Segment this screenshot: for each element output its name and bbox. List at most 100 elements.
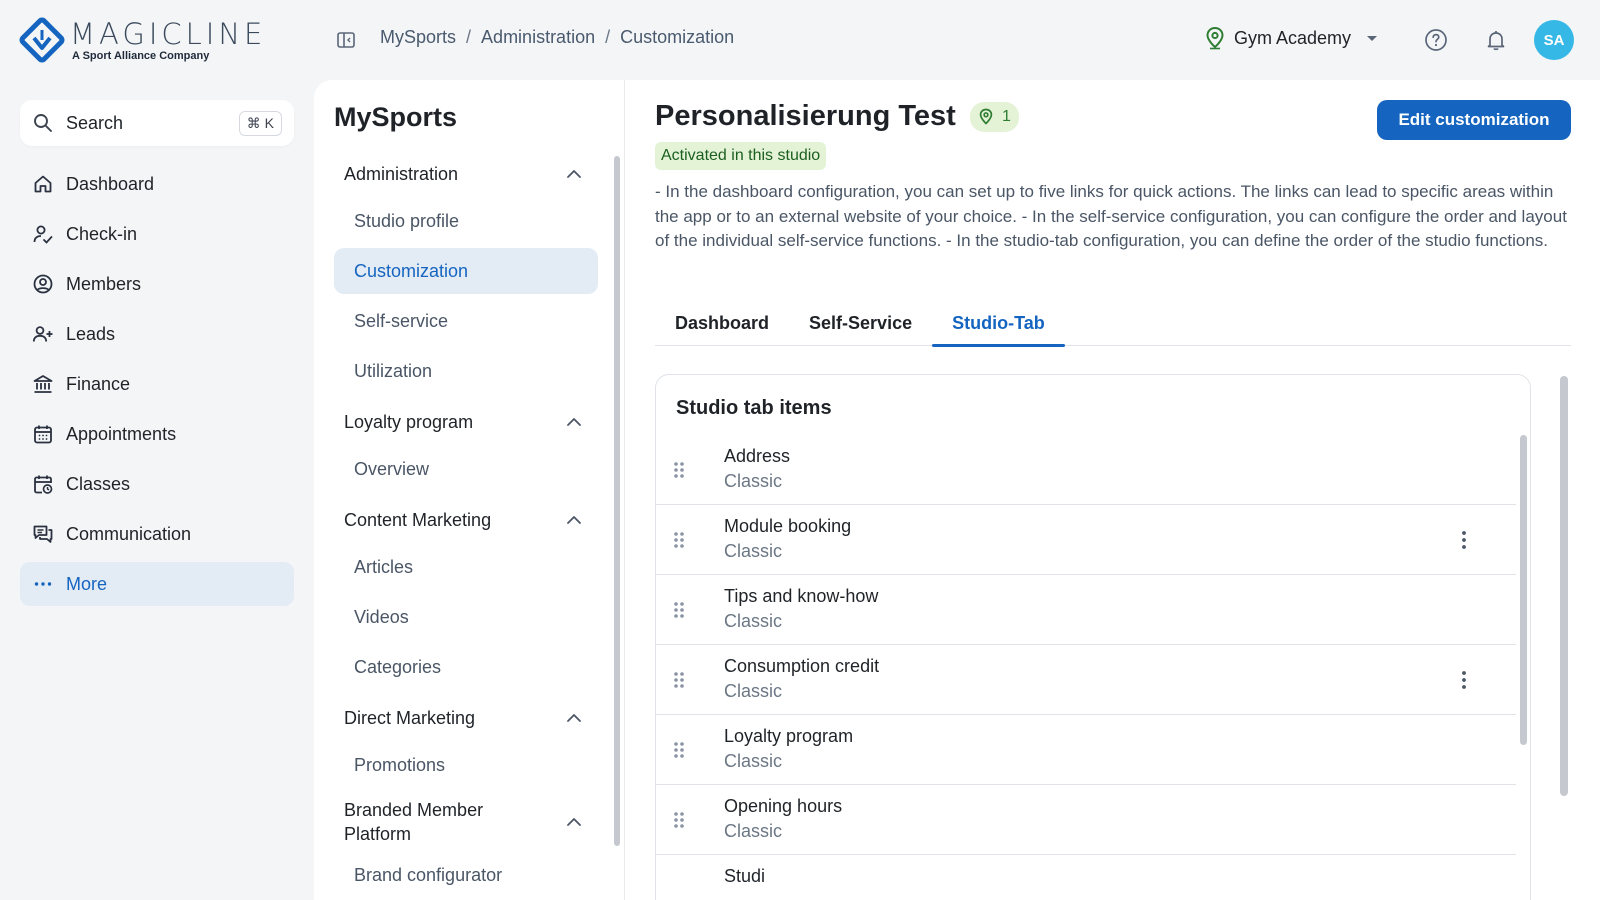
list-item[interactable]: Studi: [656, 855, 1516, 900]
subnav-section-label: Content Marketing: [344, 509, 492, 530]
breadcrumb-administration[interactable]: Administration: [481, 27, 595, 48]
subnav-title: MySports: [334, 102, 458, 132]
location-count-badge: 1: [970, 102, 1019, 132]
location-pin-icon: [979, 108, 993, 125]
kebab-menu-icon[interactable]: [1461, 669, 1467, 691]
list-item-subtitle: Classic: [724, 541, 783, 561]
bell-icon[interactable]: [1484, 28, 1508, 52]
subnav-item-self-service[interactable]: Self-service: [334, 298, 598, 344]
sidebar-item-label: Communication: [66, 523, 192, 544]
list-item-subtitle: Classic: [724, 611, 783, 631]
subnav-section-administration[interactable]: Administration: [334, 150, 598, 198]
sidebar-item-label: Classes: [66, 473, 131, 494]
list-item-subtitle: Classic: [724, 821, 783, 841]
breadcrumb-separator: /: [605, 27, 611, 47]
chevron-up-icon: [567, 714, 581, 722]
tab-bar: Dashboard Self-Service Studio-Tab: [655, 300, 1571, 347]
sidebar-item-classes[interactable]: Classes: [20, 462, 294, 506]
drag-handle-icon[interactable]: [672, 810, 686, 830]
tab-self-service[interactable]: Self-Service: [789, 300, 932, 346]
studio-name: Gym Academy: [1234, 27, 1352, 48]
list-item-subtitle: Classic: [724, 471, 783, 491]
subnav-item-articles[interactable]: Articles: [334, 544, 598, 590]
chevron-up-icon: [567, 516, 581, 524]
kebab-menu-icon[interactable]: [1461, 529, 1467, 551]
sidebar-item-leads[interactable]: Leads: [20, 312, 294, 356]
subnav-item-customization[interactable]: Customization: [334, 248, 598, 294]
chat-icon: [33, 525, 53, 543]
subnav-section-content-marketing[interactable]: Content Marketing: [334, 496, 598, 544]
top-bar: MAGICLINE A Sport Alliance Company MySpo…: [0, 0, 1600, 80]
status-badge: Activated in this studio: [655, 142, 827, 170]
list-item-title: Address: [724, 446, 791, 466]
user-circle-icon: [33, 274, 53, 294]
drag-handle-icon[interactable]: [672, 530, 686, 550]
chevron-up-icon: [567, 170, 581, 178]
sidebar-item-label: Appointments: [66, 423, 177, 444]
subnav-section-label: Loyalty program: [344, 411, 474, 432]
subnav-section-label: Administration: [344, 163, 459, 184]
subnav-item-utilization[interactable]: Utilization: [334, 348, 598, 394]
sidebar-item-finance[interactable]: Finance: [20, 362, 294, 406]
subnav-section-label: Direct Marketing: [344, 707, 476, 728]
sidebar-item-members[interactable]: Members: [20, 262, 294, 306]
logo-wordmark: MAGICLINE: [70, 16, 267, 51]
drag-handle-icon[interactable]: [672, 670, 686, 690]
list-item[interactable]: Consumption credit Classic: [656, 645, 1516, 715]
subnav-item-promotions[interactable]: Promotions: [334, 742, 598, 788]
primary-sidebar: Search ⌘ K Dashboard Check-in Members Le…: [20, 100, 294, 612]
studio-selector[interactable]: Gym Academy: [1204, 26, 1379, 50]
sidebar-item-label: Leads: [66, 323, 116, 344]
subnav-item-categories[interactable]: Categories: [334, 644, 598, 690]
person-add-icon: [32, 326, 53, 342]
tab-studio-tab[interactable]: Studio-Tab: [932, 300, 1065, 347]
subnav-section-branded-member-platform[interactable]: Branded Member Platform: [334, 792, 598, 852]
magicline-logo[interactable]: MAGICLINE A Sport Alliance Company: [18, 16, 266, 64]
subnav-item-overview[interactable]: Overview: [334, 446, 598, 492]
main-scrollbar[interactable]: [1560, 376, 1568, 796]
subnav-section-loyalty-program[interactable]: Loyalty program: [334, 398, 598, 446]
edit-customization-button[interactable]: Edit customization: [1377, 100, 1571, 140]
list-item-title: Opening hours: [724, 796, 843, 816]
list-item[interactable]: Module booking Classic: [656, 505, 1516, 575]
list-scrollbar[interactable]: [1520, 435, 1527, 745]
sidebar-item-appointments[interactable]: Appointments: [20, 412, 294, 456]
list-item-title: Tips and know-how: [724, 586, 879, 606]
list-item[interactable]: Tips and know-how Classic: [656, 575, 1516, 645]
subnav-section-direct-marketing[interactable]: Direct Marketing: [334, 694, 598, 742]
subnav-item-studio-profile[interactable]: Studio profile: [334, 198, 598, 244]
subnav-scrollbar[interactable]: [614, 156, 620, 846]
user-avatar[interactable]: SA: [1534, 20, 1574, 60]
help-icon[interactable]: [1424, 28, 1448, 52]
sidebar-item-label: Dashboard: [66, 173, 155, 194]
sidebar-item-communication[interactable]: Communication: [20, 512, 294, 556]
sidebar-item-dashboard[interactable]: Dashboard: [20, 162, 294, 206]
drag-handle-icon[interactable]: [672, 600, 686, 620]
list-item[interactable]: Opening hours Classic: [656, 785, 1516, 855]
caret-down-icon: [1367, 36, 1378, 41]
location-pin-icon: [1206, 26, 1224, 50]
calendar-icon: [34, 425, 52, 444]
subnav-item-brand-configurator[interactable]: Brand configurator: [334, 852, 598, 898]
sidebar-toggle-icon[interactable]: [336, 30, 356, 50]
drag-handle-icon[interactable]: [672, 740, 686, 760]
tab-dashboard[interactable]: Dashboard: [655, 300, 789, 346]
list-item-title: Consumption credit: [724, 656, 880, 676]
calendar-clock-icon: [34, 475, 53, 494]
sidebar-item-check-in[interactable]: Check-in: [20, 212, 294, 256]
list-item-title: Studi: [724, 866, 766, 886]
breadcrumb-mysports[interactable]: MySports: [380, 27, 456, 48]
search-button[interactable]: Search ⌘ K: [20, 100, 294, 146]
list-item-title: Loyalty program: [724, 726, 854, 746]
logo-mark-icon: [19, 17, 65, 63]
list-item[interactable]: Loyalty program Classic: [656, 715, 1516, 785]
sidebar-item-more[interactable]: More: [20, 562, 294, 606]
breadcrumb-separator: /: [466, 27, 472, 47]
location-count: 1: [1002, 108, 1011, 125]
subnav-item-videos[interactable]: Videos: [334, 594, 598, 640]
sidebar-item-label: Members: [66, 273, 142, 294]
chevron-up-icon: [567, 818, 581, 826]
list-item-subtitle: Classic: [724, 751, 783, 771]
list-item[interactable]: Address Classic: [656, 435, 1516, 505]
drag-handle-icon[interactable]: [672, 460, 686, 480]
